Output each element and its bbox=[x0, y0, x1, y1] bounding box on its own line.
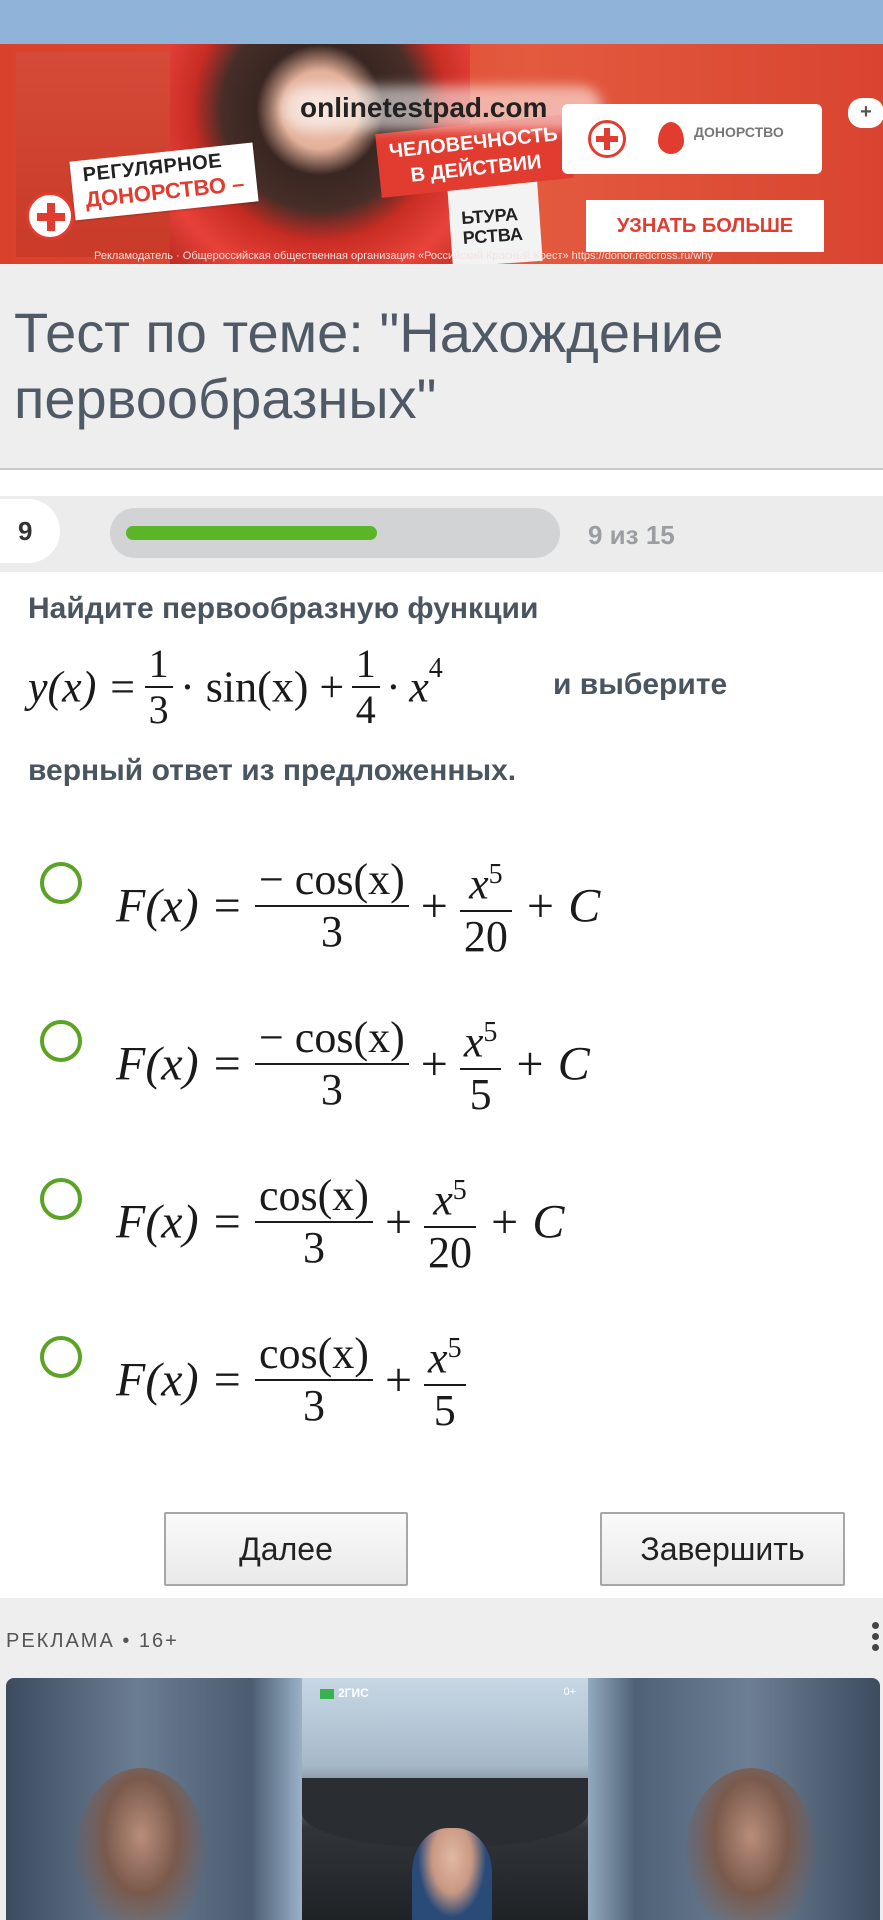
formula-tail-exponent: 4 bbox=[428, 652, 443, 684]
question-line-3: верный ответ из предложенных. bbox=[28, 754, 517, 787]
fraction-denominator: 3 bbox=[148, 687, 169, 732]
formula-fraction-2: 1 4 bbox=[351, 641, 380, 732]
fraction-numerator: − cos(x) bbox=[258, 1012, 405, 1062]
option-operator: + bbox=[420, 879, 448, 933]
option-lhs: F(x) = bbox=[116, 879, 243, 933]
fraction-numerator: − cos(x) bbox=[258, 854, 405, 904]
progress-row: 9 9 из 15 bbox=[0, 496, 883, 572]
site-url: onlinetestpad.com bbox=[300, 92, 548, 123]
question-number-badge: 9 bbox=[0, 499, 60, 563]
option-fraction-1: cos(x) 3 bbox=[254, 1170, 373, 1273]
ad-blurred-person-right bbox=[686, 1768, 816, 1920]
more-options-icon[interactable] bbox=[868, 1618, 882, 1662]
formula-fraction-1: 1 3 bbox=[144, 641, 173, 732]
fraction-denominator: 5 bbox=[433, 1385, 456, 1435]
ad-label: РЕКЛАМА • 16+ bbox=[6, 1630, 179, 1652]
ad-sign-text: ЬТУРА РСТВА bbox=[460, 204, 524, 249]
option-tail: + C bbox=[488, 1195, 565, 1249]
fraction-denominator: 4 bbox=[355, 687, 376, 732]
top-ad-banner[interactable]: ЬТУРА РСТВА РЕГУЛЯРНОЕ ДОНОРСТВО – ЧЕЛОВ… bbox=[0, 44, 883, 264]
ad-video-center: 2ГИС 0+ bbox=[302, 1678, 588, 1920]
option-lhs: F(x) = bbox=[116, 1195, 243, 1249]
option-fraction-1: − cos(x) 3 bbox=[254, 1012, 409, 1115]
fraction-numerator: x5 bbox=[463, 1017, 498, 1067]
fraction-numerator: x5 bbox=[428, 1333, 462, 1383]
fraction-denominator: 3 bbox=[302, 1222, 325, 1272]
ad-person bbox=[412, 1828, 492, 1920]
ad-brand-text: ДОНОРСТВО bbox=[694, 124, 784, 140]
option-lhs: F(x) = bbox=[116, 1353, 243, 1407]
title-area: Тест по теме: "Нахождение первообразных" bbox=[0, 264, 883, 470]
formula-middle: · sin(x) + bbox=[180, 662, 345, 712]
fraction-denominator: 3 bbox=[320, 906, 343, 956]
option-fraction-2: x5 5 bbox=[459, 1008, 502, 1120]
radio-button[interactable] bbox=[40, 862, 82, 904]
fraction-numerator: 1 bbox=[355, 641, 376, 686]
fraction-denominator: 20 bbox=[428, 1227, 473, 1277]
answer-option-3[interactable]: F(x) = cos(x) 3 + x5 20 + C bbox=[0, 1158, 883, 1308]
blood-drop-icon bbox=[658, 122, 684, 154]
fraction-denominator: 3 bbox=[302, 1380, 325, 1430]
ad-disclaimer: Рекламодатель · Общероссийская обществен… bbox=[94, 250, 713, 262]
radio-button[interactable] bbox=[40, 1178, 82, 1220]
ad-age-rating: 0+ bbox=[563, 1686, 576, 1698]
option-fraction-1: cos(x) 3 bbox=[254, 1328, 373, 1431]
page-title: Тест по теме: "Нахождение первообразных" bbox=[14, 301, 724, 430]
formula-lhs: y(x) = bbox=[28, 662, 138, 712]
fraction-denominator: 3 bbox=[320, 1064, 343, 1114]
question-line-1: Найдите первообразную функции bbox=[28, 592, 539, 625]
option-formula: F(x) = cos(x) 3 + x5 5 bbox=[116, 1324, 466, 1436]
option-fraction-2: x5 20 bbox=[459, 850, 512, 962]
red-cross-logo-icon bbox=[26, 192, 74, 240]
ad-learn-more-button[interactable]: УЗНАТЬ БОЛЬШЕ bbox=[586, 200, 824, 252]
2gis-logo-icon bbox=[320, 1688, 334, 1699]
radio-button[interactable] bbox=[40, 1020, 82, 1062]
formula-tail-variable: · x bbox=[387, 662, 429, 712]
option-fraction-2: x5 20 bbox=[424, 1166, 477, 1278]
answer-option-1[interactable]: F(x) = − cos(x) 3 + x5 20 + C bbox=[0, 842, 883, 992]
option-tail: + C bbox=[513, 1037, 590, 1091]
progress-bar bbox=[110, 508, 560, 558]
progress-bar-fill bbox=[126, 526, 377, 540]
fraction-denominator: 5 bbox=[469, 1069, 492, 1119]
bottom-ad: РЕКЛАМА • 16+ 2ГИС 0+ bbox=[0, 1598, 883, 1920]
answer-option-4[interactable]: F(x) = cos(x) 3 + x5 5 bbox=[0, 1316, 883, 1466]
red-cross-icon bbox=[588, 120, 626, 158]
option-tail: + C bbox=[523, 879, 601, 933]
radio-button[interactable] bbox=[40, 1336, 82, 1378]
option-formula: F(x) = − cos(x) 3 + x5 20 + C bbox=[116, 850, 600, 962]
fraction-numerator: x5 bbox=[469, 859, 503, 909]
option-operator: + bbox=[384, 1353, 413, 1407]
fraction-numerator: 1 bbox=[148, 641, 169, 686]
option-operator: + bbox=[384, 1195, 413, 1249]
question-tail: и выберите bbox=[553, 668, 728, 701]
fraction-numerator: cos(x) bbox=[258, 1170, 369, 1220]
option-formula: F(x) = − cos(x) 3 + x5 5 + C bbox=[116, 1008, 590, 1120]
progress-text: 9 из 15 bbox=[588, 520, 675, 550]
ad-video[interactable]: 2ГИС 0+ bbox=[6, 1678, 880, 1920]
fraction-numerator: cos(x) bbox=[258, 1328, 369, 1378]
next-button[interactable]: Далее bbox=[164, 1512, 408, 1586]
option-fraction-2: x5 5 bbox=[424, 1324, 466, 1436]
fraction-numerator: x5 bbox=[433, 1175, 467, 1225]
option-operator: + bbox=[420, 1037, 448, 1091]
option-lhs: F(x) = bbox=[116, 1037, 243, 1091]
option-fraction-1: − cos(x) 3 bbox=[254, 854, 409, 957]
fraction-denominator: 20 bbox=[463, 911, 508, 961]
ad-blurred-person-left bbox=[76, 1768, 206, 1920]
ad-brand-card: ДОНОРСТВО bbox=[562, 104, 822, 174]
page: ЬТУРА РСТВА РЕГУЛЯРНОЕ ДОНОРСТВО – ЧЕЛОВ… bbox=[0, 0, 883, 1920]
finish-button[interactable]: Завершить bbox=[600, 1512, 845, 1586]
option-formula: F(x) = cos(x) 3 + x5 20 + C bbox=[116, 1166, 564, 1278]
browser-top-strip bbox=[0, 0, 883, 44]
answer-option-2[interactable]: F(x) = − cos(x) 3 + x5 5 + C bbox=[0, 1000, 883, 1150]
ad-close-icon[interactable]: + bbox=[848, 98, 883, 128]
ad-brand: 2ГИС bbox=[320, 1686, 369, 1700]
